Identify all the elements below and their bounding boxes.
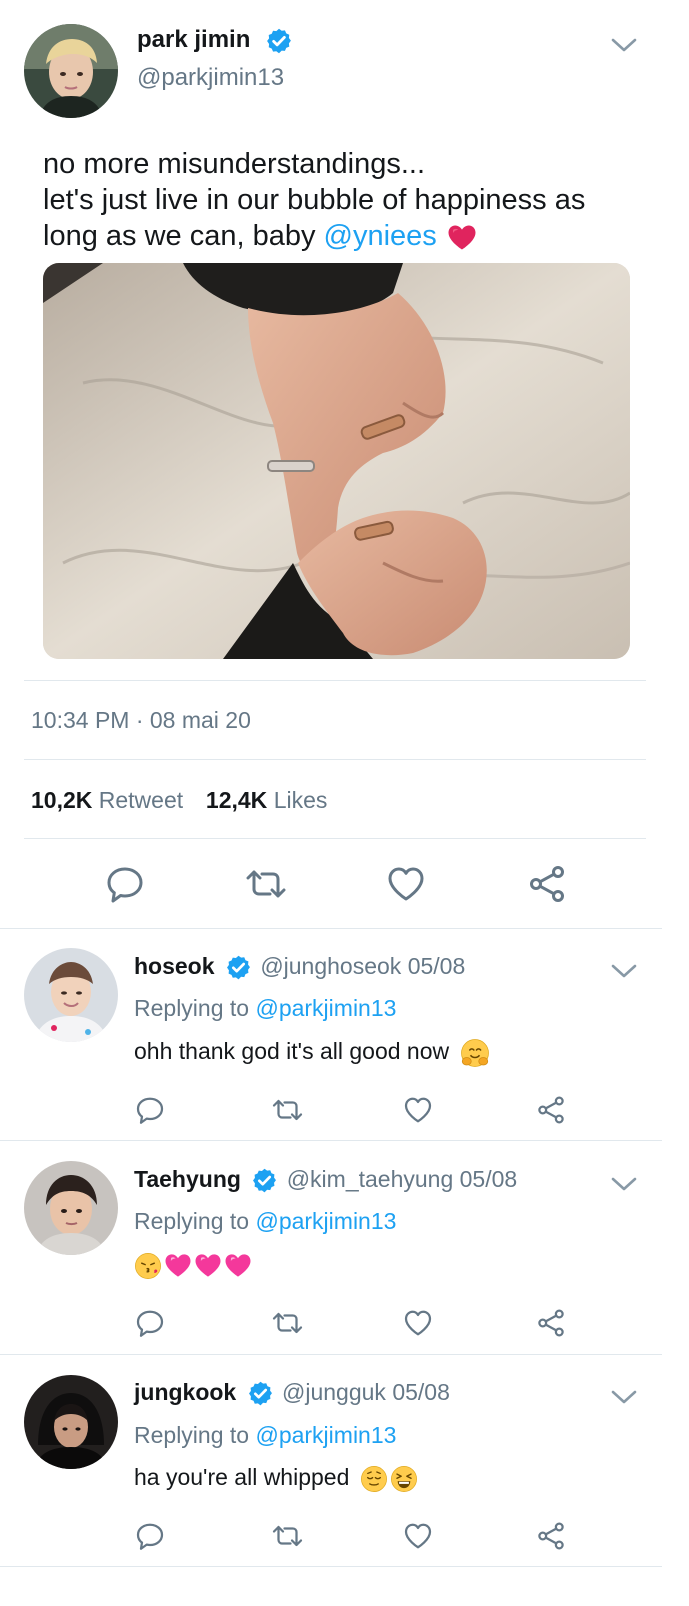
tweet-text: no more misunderstandings... let's just … — [43, 146, 663, 254]
avatar[interactable] — [24, 1375, 118, 1469]
reply-button[interactable] — [134, 1520, 166, 1552]
retweet-button[interactable] — [269, 1307, 305, 1339]
divider — [0, 928, 662, 929]
verified-badge-icon — [265, 27, 293, 55]
mention-link[interactable]: @parkjimin13 — [255, 995, 396, 1021]
retweet-button[interactable] — [242, 862, 290, 906]
reply-display-name[interactable]: hoseok — [134, 953, 215, 979]
reply-handle-date[interactable]: @junghoseok 05/08 — [260, 953, 465, 979]
verified-badge-icon — [247, 1380, 274, 1407]
reply-display-name[interactable]: jungkook — [134, 1379, 236, 1405]
divider — [24, 838, 646, 839]
reply-icon — [135, 1308, 165, 1338]
avatar[interactable] — [24, 24, 118, 118]
share-icon — [536, 1521, 566, 1551]
divider — [24, 680, 646, 681]
pink-heart-icon — [194, 1253, 222, 1278]
chevron-down-icon[interactable] — [610, 1388, 638, 1406]
replying-to-prefix: Replying to — [134, 995, 256, 1021]
tweet-text-fragment: long as we can, baby — [43, 220, 324, 252]
reply-header: hoseok @junghoseok 05/08 — [134, 953, 465, 981]
replying-to: Replying to @parkjimin13 — [134, 1208, 396, 1235]
reply-text-content: ohh thank god it's all good now — [134, 1038, 450, 1065]
replying-to-prefix: Replying to — [134, 1208, 256, 1234]
reply-icon — [105, 864, 145, 904]
reply-text: ohh thank god it's all good now — [134, 1038, 490, 1068]
heart-icon — [386, 864, 426, 904]
divider — [0, 1566, 662, 1567]
chevron-down-icon[interactable] — [610, 1175, 638, 1193]
share-icon — [536, 1308, 566, 1338]
share-button[interactable] — [535, 1094, 567, 1126]
replying-to: Replying to @parkjimin13 — [134, 1422, 396, 1449]
verified-badge-icon — [251, 1167, 278, 1194]
reply-header: jungkook @jungguk 05/08 — [134, 1379, 450, 1407]
pink-heart-icon — [164, 1253, 192, 1278]
relieved-face-icon — [360, 1465, 388, 1493]
reply-icon — [135, 1521, 165, 1551]
heart-icon — [403, 1521, 433, 1551]
mention-link[interactable]: @parkjimin13 — [255, 1208, 396, 1234]
reply-text-content: ha you're all whipped — [134, 1464, 350, 1490]
reply-handle-date[interactable]: @jungguk 05/08 — [282, 1379, 450, 1405]
like-button[interactable] — [402, 1307, 434, 1339]
divider — [24, 759, 646, 760]
laughing-face-icon — [390, 1465, 418, 1493]
user-handle[interactable]: @parkjimin13 — [137, 64, 284, 92]
avatar[interactable] — [24, 948, 118, 1042]
tweet-text-line: let's just live in our bubble of happine… — [43, 184, 586, 216]
tweet-text-line: long as we can, baby @yniees — [43, 218, 663, 254]
hugging-face-icon — [460, 1038, 490, 1068]
verified-badge-icon — [225, 954, 252, 981]
kissing-face-icon — [134, 1252, 162, 1280]
tweet-photo[interactable] — [43, 263, 630, 659]
retweet-button[interactable] — [269, 1094, 305, 1126]
reply-icon — [135, 1095, 165, 1125]
share-icon — [527, 864, 567, 904]
reply-text: ha you're all whipped — [134, 1464, 418, 1493]
display-name-text: park jimin — [137, 26, 251, 53]
reply-display-name[interactable]: Taehyung — [134, 1166, 241, 1192]
divider — [0, 1140, 662, 1141]
pink-heart-icon — [224, 1253, 252, 1278]
retweet-count[interactable]: 10,2K — [31, 787, 92, 813]
like-button[interactable] — [383, 862, 429, 906]
avatar[interactable] — [24, 1161, 118, 1255]
display-name[interactable]: park jimin — [137, 26, 293, 55]
mention-link[interactable]: @parkjimin13 — [255, 1422, 396, 1448]
like-button[interactable] — [402, 1094, 434, 1126]
share-button[interactable] — [535, 1520, 567, 1552]
reply-handle-date[interactable]: @kim_taehyung 05/08 — [287, 1166, 518, 1192]
tweet-stats: 10,2K Retweet 12,4K Likes — [31, 787, 327, 814]
tweet-timestamp: 10:34 PM · 08 mai 20 — [31, 707, 251, 733]
chevron-down-icon[interactable] — [610, 962, 638, 980]
replying-to: Replying to @parkjimin13 — [134, 995, 396, 1022]
divider — [0, 1354, 662, 1355]
like-button[interactable] — [402, 1520, 434, 1552]
heart-icon — [403, 1308, 433, 1338]
share-icon — [536, 1095, 566, 1125]
likes-label[interactable]: Likes — [274, 787, 328, 813]
tweet-text-line: no more misunderstandings... — [43, 148, 426, 180]
retweet-icon — [271, 1095, 304, 1125]
retweet-icon — [244, 864, 288, 904]
reply-header: Taehyung @kim_taehyung 05/08 — [134, 1166, 517, 1194]
retweet-icon — [271, 1521, 304, 1551]
share-button[interactable] — [535, 1307, 567, 1339]
reply-text — [134, 1251, 252, 1280]
retweet-icon — [271, 1308, 304, 1338]
likes-count[interactable]: 12,4K — [206, 787, 267, 813]
red-heart-icon — [447, 224, 477, 251]
retweet-label[interactable]: Retweet — [99, 787, 183, 813]
reply-button[interactable] — [134, 1307, 166, 1339]
retweet-button[interactable] — [269, 1520, 305, 1552]
heart-icon — [403, 1095, 433, 1125]
mention-link[interactable]: @yniees — [324, 220, 437, 252]
share-button[interactable] — [524, 862, 570, 906]
chevron-down-icon[interactable] — [610, 36, 638, 54]
reply-button[interactable] — [102, 862, 148, 906]
reply-button[interactable] — [134, 1094, 166, 1126]
replying-to-prefix: Replying to — [134, 1422, 256, 1448]
